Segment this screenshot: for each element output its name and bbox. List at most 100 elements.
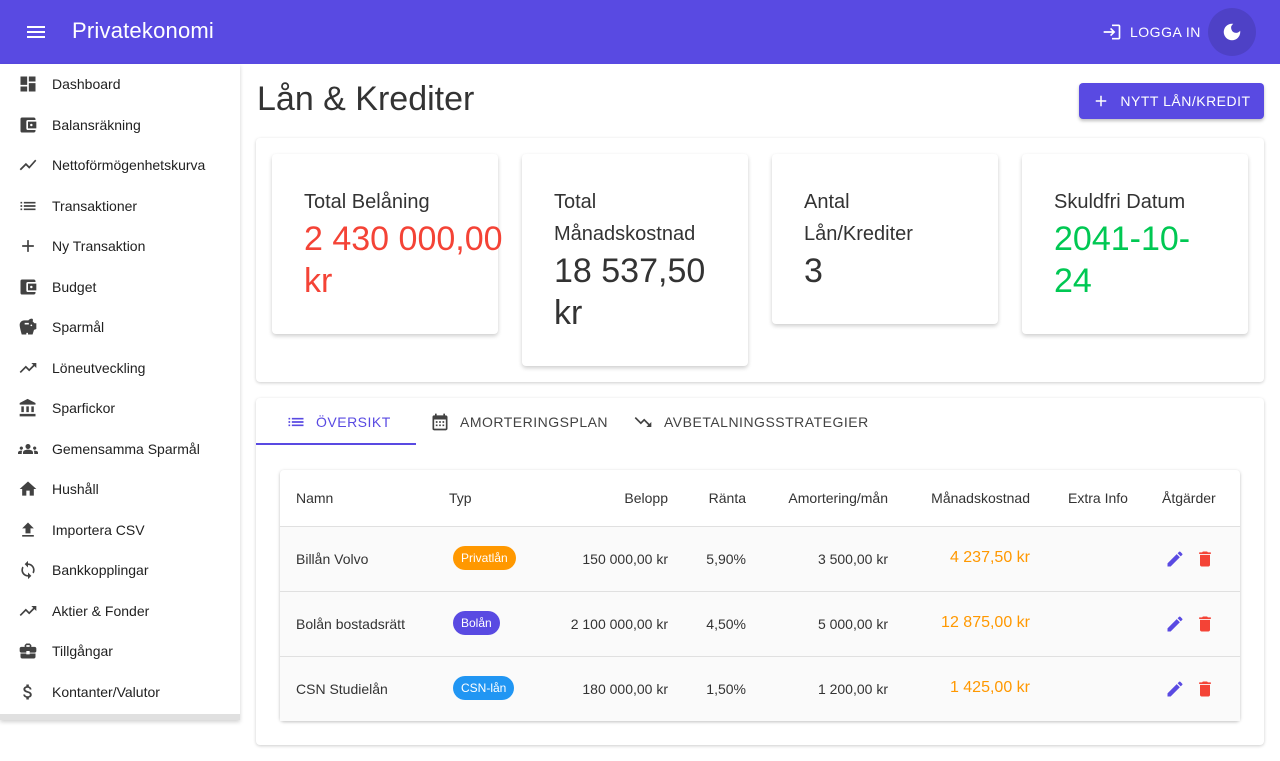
sidebar-item-aktier-fonder[interactable]: Aktier & Fonder bbox=[0, 591, 240, 631]
sidebar-item-label: Ny Transaktion bbox=[52, 238, 146, 254]
tab-oversikt[interactable]: ÖVERSIKT bbox=[286, 398, 391, 446]
trending-line-icon bbox=[18, 155, 38, 175]
column-header-typ: Typ bbox=[449, 490, 472, 506]
sidebar-item-balansrakning[interactable]: Balansräkning bbox=[0, 105, 240, 145]
sidebar-item-label: Gemensamma Sparmål bbox=[52, 441, 200, 457]
edit-icon[interactable] bbox=[1165, 549, 1185, 569]
loan-amortization: 5 000,00 kr bbox=[817, 616, 888, 632]
app-title: Privatekonomi bbox=[72, 18, 214, 43]
login-button[interactable]: LOGGA IN bbox=[1102, 22, 1201, 42]
sidebar-item-sparmal[interactable]: Sparmål bbox=[0, 307, 240, 347]
sidebar-item-label: Sparmål bbox=[52, 319, 105, 335]
loan-monthly-cost: 12 875,00 kr bbox=[941, 614, 1030, 631]
column-header-extra-info: Extra Info bbox=[1068, 490, 1128, 506]
trending-up-icon bbox=[18, 601, 38, 621]
stat-value: 3 bbox=[804, 252, 823, 290]
home-icon bbox=[18, 479, 38, 499]
column-header-manadskostnad: Månadskostnad bbox=[931, 490, 1030, 506]
tab-label: AMORTERINGSPLAN bbox=[460, 414, 609, 430]
stat-card-total-belaning: Total Belåning 2 430 000,00 kr bbox=[272, 154, 503, 334]
sidebar-item-importera-csv[interactable]: Importera CSV bbox=[0, 510, 240, 550]
new-loan-button[interactable]: NYTT LÅN/KREDIT bbox=[1079, 83, 1264, 119]
loan-amortization: 3 500,00 kr bbox=[817, 551, 888, 567]
list-icon bbox=[288, 417, 304, 427]
type-chip: Privatlån bbox=[453, 546, 516, 570]
sidebar-item-transaktioner[interactable]: Transaktioner bbox=[0, 186, 240, 226]
table-row: CSN Studielån CSN-lån 180 000,00 kr 1,50… bbox=[280, 656, 1240, 721]
sidebar-item-nettoformogenhetskurva[interactable]: Nettoförmögenhetskurva bbox=[0, 145, 240, 185]
sidebar-item-tillgangar[interactable]: Tillgångar bbox=[0, 631, 240, 671]
sidebar-item-budget[interactable]: Budget bbox=[0, 267, 240, 307]
calendar-icon bbox=[432, 413, 448, 431]
menu-icon[interactable] bbox=[24, 20, 48, 44]
stat-card-total-manadskostnad: Total Månadskostnad 18 537,50 kr bbox=[522, 154, 748, 366]
sidebar-item-bankkopplingar[interactable]: Bankkopplingar bbox=[0, 550, 240, 590]
column-header-ranta: Ränta bbox=[708, 490, 746, 506]
stat-card-antal-lan: Antal Lån/Krediter 3 bbox=[772, 154, 998, 324]
loan-amortization: 1 200,00 kr bbox=[817, 681, 888, 697]
sidebar-item-label: Aktier & Fonder bbox=[52, 603, 150, 619]
sidebar-item-label: Budget bbox=[52, 279, 97, 295]
dollar-icon bbox=[18, 682, 38, 702]
moon-icon bbox=[1223, 23, 1241, 41]
sidebar-item-kontanter-valutor[interactable]: Kontanter/Valutor bbox=[0, 672, 240, 712]
login-label: LOGGA IN bbox=[1130, 24, 1201, 40]
tab-avbetalningsstrategier[interactable]: AVBETALNINGSSTRATEGIER bbox=[632, 398, 869, 446]
briefcase-icon bbox=[18, 641, 38, 661]
column-header-namn: Namn bbox=[296, 490, 334, 506]
stat-label: Total Belåning bbox=[304, 191, 430, 213]
tab-amorteringsplan[interactable]: AMORTERINGSPLAN bbox=[430, 398, 608, 446]
loan-rate: 5,90% bbox=[706, 551, 746, 567]
stat-card-skuldfri-datum: Skuldfri Datum 2041-10-24 bbox=[1022, 154, 1248, 334]
stat-label: Skuldfri Datum bbox=[1054, 191, 1186, 213]
loan-name: Billån Volvo bbox=[296, 551, 369, 567]
list-icon bbox=[18, 196, 38, 216]
sidebar-item-dashboard[interactable]: Dashboard bbox=[0, 64, 240, 104]
loan-monthly-cost: 1 425,00 kr bbox=[949, 679, 1030, 696]
sidebar-item-ny-transaktion[interactable]: Ny Transaktion bbox=[0, 226, 240, 266]
edit-icon[interactable] bbox=[1165, 679, 1185, 699]
loan-name: Bolån bostadsrätt bbox=[296, 616, 405, 632]
bank-icon bbox=[18, 398, 38, 418]
sidebar-item-label: Tillgångar bbox=[52, 643, 113, 659]
delete-icon[interactable] bbox=[1195, 679, 1215, 699]
tab-label: AVBETALNINGSSTRATEGIER bbox=[664, 414, 869, 430]
column-header-amortering: Amortering/mån bbox=[788, 490, 888, 506]
sidebar-item-loneutveckling[interactable]: Löneutveckling bbox=[0, 348, 240, 388]
sidebar-item-label: Sparfickor bbox=[52, 400, 116, 416]
sidebar-item-hushall[interactable]: Hushåll bbox=[0, 469, 240, 509]
table-row: Billån Volvo Privatlån 150 000,00 kr 5,9… bbox=[280, 526, 1240, 591]
piggy-bank-icon bbox=[18, 317, 38, 337]
stat-label: Total Månadskostnad bbox=[554, 191, 696, 245]
delete-icon[interactable] bbox=[1195, 549, 1215, 569]
stat-label: Antal Lån/Krediter bbox=[804, 191, 913, 245]
sidebar-item-sparfickor[interactable]: Sparfickor bbox=[0, 388, 240, 428]
login-icon bbox=[1103, 24, 1121, 40]
table-row: Bolån bostadsrätt Bolån 2 100 000,00 kr … bbox=[280, 591, 1240, 656]
plus-icon bbox=[1096, 95, 1107, 107]
loans-table: Namn Typ Belopp Ränta Amortering/mån Mån… bbox=[280, 470, 1240, 721]
sidebar-item-label: Importera CSV bbox=[52, 522, 145, 538]
column-header-atgarder: Åtgärder bbox=[1162, 490, 1216, 506]
upload-icon bbox=[18, 520, 38, 540]
loan-amount: 150 000,00 kr bbox=[582, 551, 668, 567]
sidebar-item-label: Transaktioner bbox=[52, 198, 138, 214]
dark-mode-toggle[interactable] bbox=[1208, 8, 1256, 56]
edit-icon[interactable] bbox=[1165, 614, 1185, 634]
type-chip: CSN-lån bbox=[453, 676, 515, 700]
dashboard-icon bbox=[18, 74, 38, 94]
type-chip: Bolån bbox=[453, 611, 500, 635]
wallet-icon bbox=[18, 277, 38, 297]
loan-amount: 2 100 000,00 kr bbox=[570, 616, 668, 632]
stat-value: 2041-10-24 bbox=[1054, 220, 1191, 300]
wallet-icon bbox=[18, 115, 38, 135]
sidebar-item-label: Kontanter/Valutor bbox=[52, 684, 160, 700]
plus-icon bbox=[18, 236, 38, 256]
stat-value: 2 430 000,00 kr bbox=[304, 220, 503, 300]
delete-icon[interactable] bbox=[1195, 614, 1215, 634]
loan-monthly-cost: 4 237,50 kr bbox=[949, 549, 1030, 566]
column-header-belopp: Belopp bbox=[624, 490, 668, 506]
loan-rate: 4,50% bbox=[706, 616, 746, 632]
sidebar-item-gemensamma-sparmal[interactable]: Gemensamma Sparmål bbox=[0, 429, 240, 469]
sidebar-item-label: Dashboard bbox=[52, 76, 121, 92]
